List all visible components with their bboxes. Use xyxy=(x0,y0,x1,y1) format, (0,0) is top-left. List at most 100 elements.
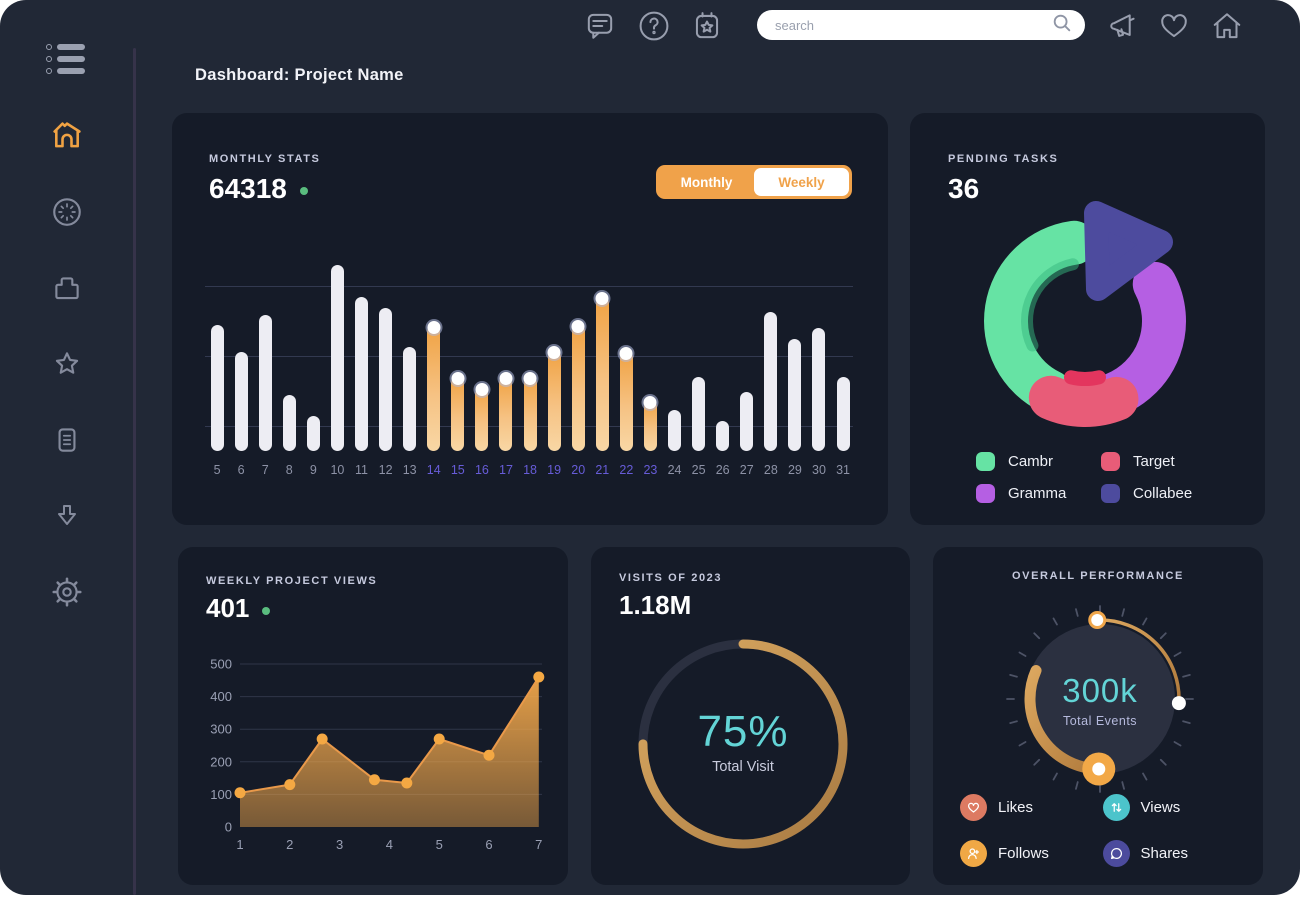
timer-icon xyxy=(50,195,84,234)
legend-item-views: Views xyxy=(1103,794,1246,821)
bar xyxy=(837,377,850,451)
messages-icon[interactable] xyxy=(581,7,619,45)
gauge-tick xyxy=(1174,742,1180,746)
donut-legend: Cambr Target Gramma Collabee xyxy=(976,452,1226,503)
bar-column: 9 xyxy=(301,258,325,482)
bar-column: 28 xyxy=(759,258,783,482)
calendar-event-icon[interactable] xyxy=(688,7,726,45)
bar-column: 17 xyxy=(494,258,518,482)
heart-icon[interactable] xyxy=(1155,7,1193,45)
bar xyxy=(740,392,753,452)
bar-column: 30 xyxy=(807,258,831,482)
bar-column: 13 xyxy=(398,258,422,482)
bar xyxy=(211,325,224,452)
bar-x-label: 5 xyxy=(214,458,221,482)
gauge-tick xyxy=(1076,609,1078,616)
star-icon xyxy=(50,347,84,386)
bar-column: 12 xyxy=(374,258,398,482)
card-label: OVERALL PERFORMANCE xyxy=(933,570,1263,582)
bar-x-label: 26 xyxy=(716,458,730,482)
bar xyxy=(668,410,681,451)
bar xyxy=(764,312,777,452)
bar xyxy=(644,401,657,451)
gauge-tick xyxy=(1054,618,1058,624)
bar-x-label: 25 xyxy=(692,458,706,482)
dashboard-app: Dashboard: Project Name MONTHLY STATS 64… xyxy=(0,0,1300,895)
bar xyxy=(427,326,440,451)
legend-item-follows: Follows xyxy=(960,840,1103,867)
bar-x-label: 16 xyxy=(475,458,489,482)
sidebar-item-downloads[interactable] xyxy=(47,498,87,538)
bar-dot xyxy=(620,347,633,360)
bar-x-label: 15 xyxy=(451,458,465,482)
bar-x-label: 7 xyxy=(262,458,269,482)
sidebar-item-home[interactable] xyxy=(47,118,87,158)
status-dot xyxy=(262,607,270,615)
gauge-sub-label: Total Events xyxy=(995,714,1205,728)
donut-accent-1 xyxy=(1071,377,1099,379)
sidebar-item-documents[interactable] xyxy=(47,422,87,462)
likes-heart-icon xyxy=(960,794,987,821)
bar-column: 14 xyxy=(422,258,446,482)
bar-x-label: 17 xyxy=(499,458,513,482)
bar-x-label: 8 xyxy=(286,458,293,482)
bar-x-label: 27 xyxy=(740,458,754,482)
bar-column: 26 xyxy=(711,258,735,482)
legend-item: Collabee xyxy=(1101,484,1226,503)
data-point xyxy=(317,733,328,744)
bar-dot xyxy=(548,346,561,359)
toggle-monthly-button[interactable]: Monthly xyxy=(659,168,754,196)
sidebar-item-timer[interactable] xyxy=(47,194,87,234)
sidebar xyxy=(0,0,133,895)
bar-column: 6 xyxy=(229,258,253,482)
toggle-weekly-button[interactable]: Weekly xyxy=(754,168,849,196)
gauge-tick xyxy=(1122,782,1124,789)
help-icon[interactable] xyxy=(635,7,673,45)
bar xyxy=(235,352,248,451)
bar-column: 29 xyxy=(783,258,807,482)
bar-dot xyxy=(644,396,657,409)
bar-dot xyxy=(572,320,585,333)
visits-card: VISITS OF 2023 1.18M 75% Total Visit xyxy=(591,547,910,885)
announcements-icon[interactable] xyxy=(1104,7,1142,45)
home-icon xyxy=(49,118,85,159)
bar-x-label: 19 xyxy=(547,458,561,482)
bar-column: 18 xyxy=(518,258,542,482)
bar xyxy=(692,377,705,451)
bar xyxy=(475,388,488,451)
search-input[interactable] xyxy=(775,18,1051,33)
sidebar-item-favorites[interactable] xyxy=(47,346,87,386)
weekly-views-card: WEEKLY PROJECT VIEWS 401 010020030040050… xyxy=(178,547,568,885)
bar-x-label: 18 xyxy=(523,458,537,482)
bar-dot xyxy=(499,372,512,385)
gauge-tick xyxy=(1143,773,1147,779)
home-topbar-icon[interactable] xyxy=(1208,7,1246,45)
bar-dot xyxy=(524,372,537,385)
bar-x-label: 30 xyxy=(812,458,826,482)
bar-column: 15 xyxy=(446,258,470,482)
data-point xyxy=(434,733,445,744)
data-point xyxy=(533,672,544,683)
card-label: VISITS OF 2023 xyxy=(619,572,722,584)
shares-chat-icon xyxy=(1103,840,1130,867)
y-tick-label: 400 xyxy=(210,689,232,704)
legend-item-shares: Shares xyxy=(1103,840,1246,867)
sidebar-item-settings[interactable] xyxy=(47,574,87,614)
screenshot-stage: Dashboard: Project Name MONTHLY STATS 64… xyxy=(0,0,1300,903)
sidebar-divider xyxy=(133,48,136,895)
gear-icon xyxy=(50,575,84,614)
menu-row xyxy=(46,68,90,74)
gauge-start-dot xyxy=(1090,613,1105,628)
bar xyxy=(403,347,416,451)
x-tick-label: 4 xyxy=(386,837,393,852)
period-toggle: Monthly Weekly xyxy=(656,165,852,199)
bar xyxy=(596,297,609,451)
x-tick-label: 6 xyxy=(485,837,492,852)
sidebar-item-projects[interactable] xyxy=(47,270,87,310)
bar-x-label: 29 xyxy=(788,458,802,482)
bar-column: 25 xyxy=(687,258,711,482)
search-icon[interactable] xyxy=(1051,12,1073,39)
x-tick-label: 5 xyxy=(436,837,443,852)
x-tick-label: 7 xyxy=(535,837,542,852)
menu-toggle-icon[interactable] xyxy=(46,44,90,80)
